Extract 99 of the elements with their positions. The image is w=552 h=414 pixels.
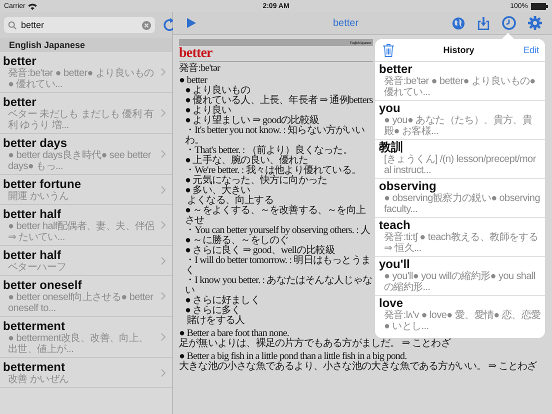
definition-line: ● 上手な、腕の良い、優れた xyxy=(184,156,308,166)
definition-line: ● さらに多く xyxy=(184,306,241,316)
search-field[interactable]: better xyxy=(4,17,155,33)
proverb-english: ● Better a big fish in a little pond than a little fish in a big pond. xyxy=(179,352,407,362)
chevron-icon xyxy=(161,292,166,300)
history-word: 教訓 xyxy=(379,141,404,154)
definition-line: ● ～に勝る、～をしのぐ xyxy=(184,236,289,246)
history-row[interactable]: observing ● observing観察力の鋭い● observing faculty... xyxy=(375,179,545,218)
history-row[interactable]: you ● you● あなた（たち）、貴方、貴殿● お客様... xyxy=(375,101,545,140)
definition-line: よくなる、向上する xyxy=(186,196,274,206)
history-word: love xyxy=(379,297,404,310)
definition-line: ● 多い、大きい xyxy=(184,186,250,196)
result-row[interactable]: better oneself ● better oneself向上させる● better oneself to... xyxy=(0,276,172,317)
pronunciation: 発音:be'tər xyxy=(179,63,222,74)
toolbar-title: better xyxy=(333,18,359,28)
headword: better xyxy=(179,46,373,62)
wifi-icon xyxy=(28,2,38,10)
definition-line: ● 元気になった、快方に向かった xyxy=(184,176,328,186)
history-summary: 発音:ti:tʃ ● teach教える、教師をする ⇒ 恒久... xyxy=(383,232,540,254)
battery-icon xyxy=(531,2,548,10)
chevron-icon xyxy=(161,221,166,229)
history-word: you xyxy=(379,102,402,115)
entry-summary: ● betterment改良、改善、向上、出世、値上が... xyxy=(7,333,150,355)
result-row[interactable]: better fortune 開運 かいうん xyxy=(0,175,172,205)
history-row[interactable]: you'll ● you'll● you willの縮約形● you shallの縮約形... xyxy=(375,257,545,296)
history-word: better xyxy=(379,63,414,76)
popover-title: History xyxy=(443,45,474,55)
history-summary: ● you'll● you willの縮約形● you shallの縮約形... xyxy=(383,271,536,293)
entry-word: better xyxy=(3,95,38,109)
chevron-icon xyxy=(161,109,166,117)
example-sentence: ・I know you better. : あなたはそんな人じゃない xyxy=(184,276,373,296)
entry-summary: ベターハーフ xyxy=(7,262,68,273)
example-sentence: ・We're better. : 我々は他より優れている。 xyxy=(184,166,362,176)
history-row[interactable]: 教訓 [きょうくん] /(n) lesson/precept/moral instruct... xyxy=(375,140,545,179)
history-summary: 発音:be'tər ● better● より良いもの● 優れてい... xyxy=(383,76,536,98)
result-row[interactable]: better ベター 未だしも まだしも 優利 有利 ゆうり 増... xyxy=(0,93,172,134)
history-row[interactable]: teach 発音:ti:tʃ ● teach教える、教師をする ⇒ 恒久... xyxy=(375,218,545,257)
clear-icon[interactable] xyxy=(142,20,151,30)
history-row[interactable]: better 発音:be'tər ● better● より良いもの● 優れてい... xyxy=(375,62,545,101)
example-sentence: ・I will do better tomorrow. : 明日はもっとうまく xyxy=(184,256,371,276)
entry-word: better half xyxy=(3,248,62,262)
history-word: teach xyxy=(379,219,412,232)
definition-line: ● ～をよくする、～を改善する、～を向上させ xyxy=(184,206,366,226)
history-summary: ● observing観察力の鋭い● observing faculty... xyxy=(383,193,541,215)
entry-word: better days xyxy=(3,136,68,150)
result-row[interactable]: better half ● better half配偶者、妻、夫、伴侶 ⇒ たいてい... xyxy=(0,205,172,246)
entry-word: betterment xyxy=(3,360,66,374)
chevron-icon xyxy=(161,368,166,376)
history-summary: 発音:lʌ'v ● love● 愛、愛情● 恋、恋愛● いとし... xyxy=(383,310,541,332)
definition-line: ● より望ましい ⇒ goodの比較級 xyxy=(184,116,320,126)
example-sentence: ・That's better. : （前より）良くなった。 xyxy=(184,146,354,156)
history-word: observing xyxy=(379,180,438,193)
entry-word: better fortune xyxy=(3,177,82,191)
chevron-icon xyxy=(161,186,166,194)
entry-summary: 改善 かいぜん xyxy=(7,374,70,385)
entry-summary: ● better half配偶者、妻、夫、伴侶 ⇒ たいてい... xyxy=(7,221,156,243)
result-row[interactable]: better half ベターハーフ xyxy=(0,246,172,276)
chevron-icon xyxy=(161,333,166,341)
definition-line: ● 優れている人、上長、年長者 ⇒ 通例betters xyxy=(184,96,373,106)
proverb-japanese: 足が無いよりは、裸足の片方でもある方がましだ。 ⇒ ことわざ xyxy=(179,339,452,349)
proverb-english: ● Better a bare foot than none. xyxy=(179,329,289,339)
result-row[interactable]: better 発音:be'tər ● better● より良いもの● 優れてい... xyxy=(0,52,172,93)
definition-line: ● better xyxy=(179,76,208,86)
proverb-japanese: 大きな池の小さな魚であるより、小さな池の大きな魚である方がいい。 ⇒ ことわざ xyxy=(179,362,538,372)
definition-line: ● より良い xyxy=(184,106,232,116)
globe-icon[interactable] xyxy=(452,16,465,30)
history-word: you'll xyxy=(379,258,411,271)
entry-summary: 開運 かいうん xyxy=(7,191,70,202)
download-icon[interactable] xyxy=(477,16,490,30)
entry-summary: ベター 未だしも まだしも 優利 有利 ゆうり 増... xyxy=(7,109,155,131)
settings-icon[interactable] xyxy=(528,16,542,30)
entry-summary: 発音:be'tər ● better● より良いもの● 優れてい... xyxy=(7,68,155,90)
example-sentence: ・It's better you not know. : 知らない方がいいわ。 xyxy=(184,126,366,146)
chevron-icon xyxy=(161,256,166,264)
result-row[interactable]: betterment 改善 かいぜん xyxy=(0,358,172,388)
definition-line: ● さらに良く ⇒ good、wellの比較級 xyxy=(184,246,336,256)
section-header: English Japanese xyxy=(0,38,172,52)
entry-word: betterment xyxy=(3,319,66,333)
entry-summary: ● better oneself向上させる● better oneself to... xyxy=(7,292,154,314)
chevron-icon xyxy=(161,150,166,158)
definition-line: ● さらに好ましく xyxy=(184,296,261,306)
result-row[interactable]: betterment ● betterment改良、改善、向上、出世、値上が... xyxy=(0,317,172,358)
history-summary: [きょうくん] /(n) lesson/precept/moral instruct... xyxy=(383,154,537,176)
chevron-icon xyxy=(161,68,166,76)
entry-word: better half xyxy=(3,207,62,221)
history-summary: ● you● あなた（たち）、貴方、貴殿● お客様... xyxy=(383,115,534,137)
definition-line: ● より良いもの xyxy=(184,86,252,96)
play-icon[interactable] xyxy=(187,18,196,28)
entry-word: better oneself xyxy=(3,278,82,292)
clock-icon[interactable] xyxy=(502,16,516,30)
entry-word: better xyxy=(3,54,38,68)
history-row[interactable]: love 発音:lʌ'v ● love● 愛、愛情● 恋、恋愛● いとし... xyxy=(375,296,545,338)
search-icon xyxy=(8,20,17,30)
definition-line: 賭けをする人 xyxy=(186,316,246,326)
example-sentence: ・You can better yourself by observing others. : 人 xyxy=(184,226,372,236)
entry-summary: ● better days良き時代● see better days● もっ... xyxy=(7,150,152,172)
edit-button[interactable]: Edit xyxy=(523,45,539,55)
trash-icon[interactable] xyxy=(383,44,394,56)
result-row[interactable]: better days ● better days良き時代● see better days● もっ... xyxy=(0,134,172,175)
